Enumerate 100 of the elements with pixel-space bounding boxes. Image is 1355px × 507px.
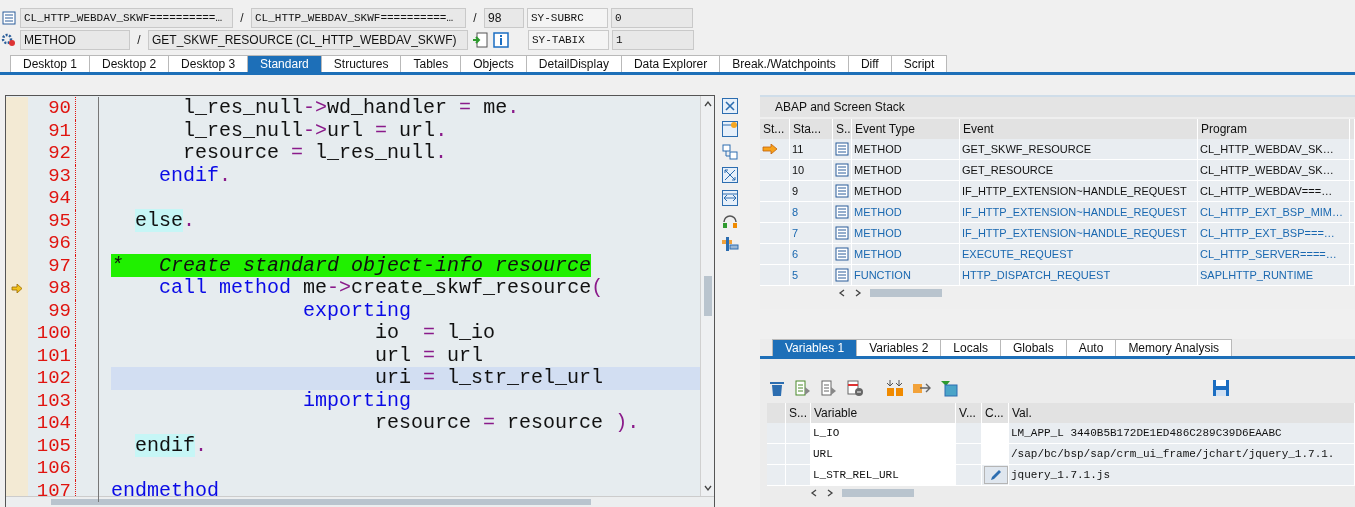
column-header[interactable]: St... <box>760 119 790 139</box>
line-number: 102 <box>28 367 76 390</box>
copy-row-icon[interactable] <box>820 379 838 397</box>
display-icon[interactable] <box>471 31 489 49</box>
event-type-field: METHOD <box>20 30 130 50</box>
info-icon[interactable] <box>492 31 510 49</box>
tab[interactable]: DetailDisplay <box>525 55 622 72</box>
table-cell: 5 <box>790 265 833 286</box>
line-number: 95 <box>28 209 76 232</box>
layout-icon[interactable] <box>721 143 739 161</box>
chevron-down-icon[interactable] <box>703 484 712 492</box>
chevron-right-icon[interactable] <box>826 489 834 497</box>
code-line: exporting <box>302 299 413 322</box>
scrollbar[interactable] <box>700 96 714 496</box>
table-cell[interactable]: SAPLHTTP_RUNTIME <box>1198 265 1350 286</box>
tab[interactable]: Script <box>890 55 948 72</box>
table-cell: METHOD <box>852 160 960 181</box>
remove-row-icon[interactable] <box>846 379 864 397</box>
tab[interactable]: Desktop 2 <box>89 55 170 72</box>
column-header[interactable]: Variable <box>811 403 956 423</box>
chevron-left-icon[interactable] <box>810 489 818 497</box>
document-icon <box>835 163 849 177</box>
tab[interactable]: Standard <box>247 55 322 72</box>
code-line: l_res_null->wd_handler = me. <box>182 97 521 120</box>
code-line: resource = resource ). <box>374 412 641 435</box>
table-cell[interactable]: EXECUTE_REQUEST <box>960 244 1198 265</box>
save-icon[interactable] <box>1212 379 1230 397</box>
table-cell[interactable]: HTTP_DISPATCH_REQUEST <box>960 265 1198 286</box>
tab[interactable]: Variables 2 <box>856 339 942 356</box>
scrollbar-thumb[interactable] <box>842 489 914 497</box>
delete-icon[interactable] <box>768 379 786 397</box>
line-number: 105 <box>28 434 76 457</box>
column-header[interactable]: Sta... <box>790 119 833 139</box>
table-cell: jquery_1.7.1.js <box>1009 465 1355 486</box>
column-header[interactable]: C... <box>982 403 1009 423</box>
tab[interactable]: Desktop 1 <box>10 55 91 72</box>
table-cell: FUNCTION <box>852 265 960 286</box>
column-header[interactable]: V... <box>956 403 982 423</box>
line-number: 91 <box>28 119 76 142</box>
table-cell <box>786 423 811 444</box>
document-icon <box>1 11 16 25</box>
table-cell[interactable]: IF_HTTP_EXTENSION~HANDLE_REQUEST <box>960 223 1198 244</box>
tab[interactable]: Objects <box>460 55 527 72</box>
table-cell: 8 <box>790 202 833 223</box>
table-cell[interactable]: CL_HTTP_EXT_BSP_MIM… <box>1198 202 1350 223</box>
tab[interactable]: Auto <box>1065 339 1117 356</box>
table-cell: METHOD <box>852 202 960 223</box>
document-icon <box>835 247 849 261</box>
scrollbar[interactable] <box>6 496 714 507</box>
tab[interactable]: Tables <box>400 55 462 72</box>
line-number: 106 <box>28 457 76 480</box>
table-cell[interactable]: CL_HTTP_SERVER====… <box>1198 244 1350 265</box>
chevron-right-icon[interactable] <box>854 289 862 297</box>
tab[interactable]: Data Explorer <box>620 55 721 72</box>
system-field-value: 1 <box>612 30 694 50</box>
tab[interactable]: Variables 1 <box>772 339 858 356</box>
tab[interactable]: Diff <box>847 55 892 72</box>
line-number: 100 <box>28 322 76 345</box>
close-icon[interactable] <box>721 97 739 115</box>
filter-icon[interactable] <box>940 379 958 397</box>
column-header[interactable]: S... <box>786 403 811 423</box>
line-number: 90 <box>28 97 76 120</box>
sort-icon[interactable] <box>886 379 904 397</box>
expand-icon[interactable] <box>721 166 739 184</box>
scrollbar-thumb[interactable] <box>870 289 942 297</box>
column-header[interactable]: Program <box>1198 119 1350 139</box>
table-cell: METHOD <box>852 244 960 265</box>
system-field-name: SY-SUBRC <box>527 8 608 28</box>
chevron-left-icon[interactable] <box>838 289 846 297</box>
width-icon[interactable] <box>721 189 739 207</box>
code-line: endif. <box>158 164 233 187</box>
tab[interactable]: Globals <box>1000 339 1067 356</box>
tab[interactable]: Locals <box>940 339 1001 356</box>
line-number: 97 <box>28 254 76 277</box>
column-header[interactable]: Val. <box>1009 403 1355 423</box>
tab[interactable]: Desktop 3 <box>168 55 249 72</box>
scrollbar-thumb[interactable] <box>703 276 712 316</box>
document-icon <box>835 142 849 156</box>
table-cell[interactable]: CL_HTTP_EXT_BSP===… <box>1198 223 1350 244</box>
separator: / <box>239 11 245 25</box>
column-header[interactable]: Event Type <box>852 119 960 139</box>
column-header[interactable]: Event <box>960 119 1198 139</box>
table-cell[interactable]: IF_HTTP_EXTENSION~HANDLE_REQUEST <box>960 202 1198 223</box>
cycle-arrows-icon[interactable] <box>721 212 739 230</box>
tab[interactable]: Break./Watchpoints <box>719 55 849 72</box>
new-window-icon[interactable] <box>721 120 739 138</box>
separator: / <box>136 33 142 47</box>
separator: / <box>472 11 478 25</box>
tool-icon[interactable] <box>721 235 739 253</box>
table-cell: 6 <box>790 244 833 265</box>
table-cell: IF_HTTP_EXTENSION~HANDLE_REQUEST <box>960 181 1198 202</box>
tab[interactable]: Memory Analysis <box>1115 339 1233 356</box>
tab[interactable]: Structures <box>320 55 402 72</box>
table-cell: /sap/bc/bsp/sap/crm_ui_frame/jchart/jquery_1.7.1. <box>1009 444 1355 465</box>
chevron-up-icon[interactable] <box>703 100 712 108</box>
line-number: 101 <box>28 344 76 367</box>
column-header[interactable]: S.. <box>833 119 852 139</box>
insert-row-icon[interactable] <box>794 379 812 397</box>
scrollbar-thumb[interactable] <box>51 499 591 505</box>
table-cell: LM_APP_L 3440B5B172DE1ED486C289C39D6EAABC <box>1009 423 1355 444</box>
